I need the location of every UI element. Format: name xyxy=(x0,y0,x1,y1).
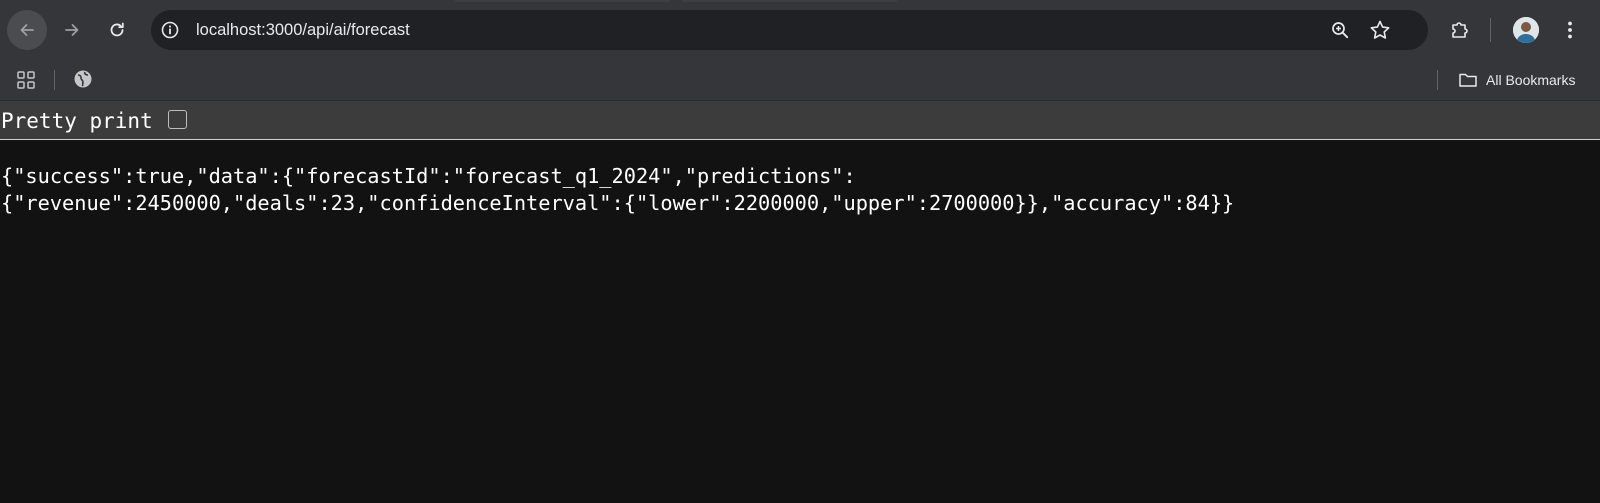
tab-edge xyxy=(455,0,670,2)
zoom-icon xyxy=(1332,22,1349,39)
arrow-right-icon xyxy=(65,24,79,36)
pretty-print-checkbox[interactable] xyxy=(168,110,187,129)
apps-grid-icon[interactable] xyxy=(15,69,37,91)
extensions-button[interactable] xyxy=(1446,16,1474,44)
json-line: {"revenue":2450000,"deals":23,"confidenc… xyxy=(1,191,1235,215)
arrow-left-icon xyxy=(20,24,34,36)
reload-icon xyxy=(110,22,124,37)
browser-menu-button[interactable] xyxy=(1560,17,1580,43)
bookmarks-divider xyxy=(1437,70,1438,90)
all-bookmarks-button[interactable]: All Bookmarks xyxy=(1458,60,1575,100)
bookmarks-bar: All Bookmarks xyxy=(0,60,1600,101)
reload-button[interactable] xyxy=(97,10,137,50)
tab-edge xyxy=(682,0,897,2)
kebab-menu-icon xyxy=(1568,21,1572,39)
bookmark-star-button[interactable] xyxy=(1368,18,1392,42)
forward-button[interactable] xyxy=(52,10,92,50)
profile-picture xyxy=(1513,17,1539,43)
browser-toolbar: localhost:3000/api/ai/forecast xyxy=(0,0,1600,60)
url-text[interactable]: localhost:3000/api/ai/forecast xyxy=(196,10,410,50)
site-info-button[interactable] xyxy=(158,18,182,42)
zoom-button[interactable] xyxy=(1328,18,1352,42)
toolbar-divider xyxy=(1490,18,1491,42)
back-button[interactable] xyxy=(7,10,47,50)
star-icon xyxy=(1370,20,1390,39)
address-bar[interactable]: localhost:3000/api/ai/forecast xyxy=(151,10,1428,50)
all-bookmarks-label: All Bookmarks xyxy=(1486,72,1576,88)
json-line: {"success":true,"data":{"forecastId":"fo… xyxy=(1,164,856,188)
pretty-print-bar: Pretty print xyxy=(0,101,1600,140)
avatar[interactable] xyxy=(1513,17,1539,43)
bookmarks-divider xyxy=(54,70,55,90)
json-response: {"success":true,"data":{"forecastId":"fo… xyxy=(1,163,1599,217)
folder-icon xyxy=(1459,73,1477,87)
info-icon xyxy=(161,21,179,39)
puzzle-icon xyxy=(1452,22,1468,38)
globe-icon[interactable] xyxy=(72,68,94,90)
pretty-print-label: Pretty print xyxy=(1,109,153,133)
